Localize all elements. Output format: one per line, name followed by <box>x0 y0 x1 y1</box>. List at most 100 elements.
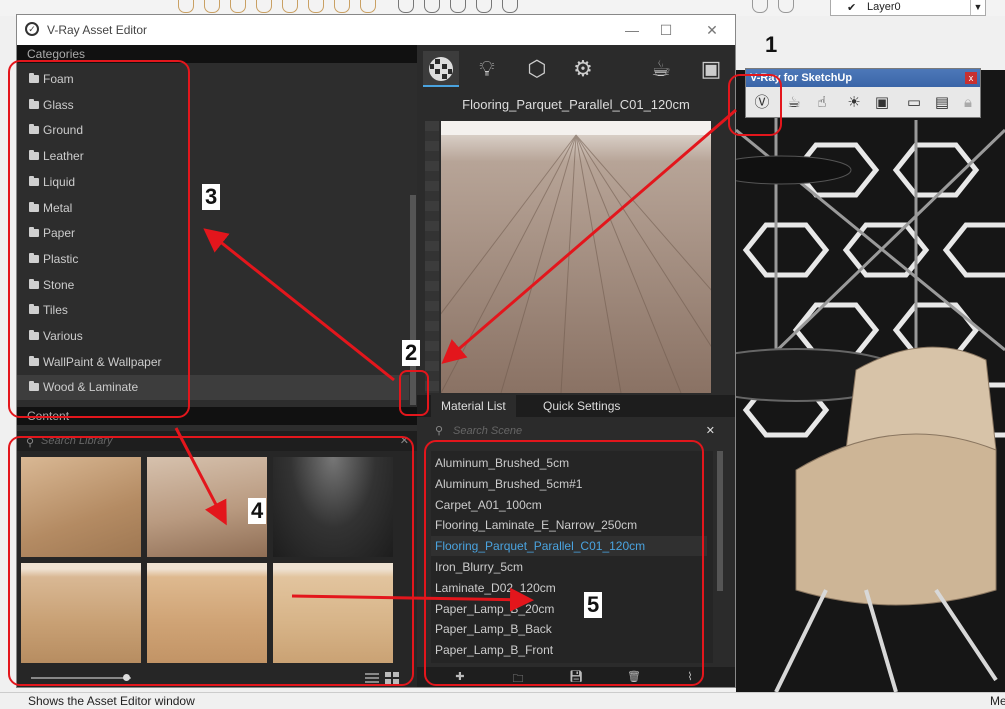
categories-header[interactable]: Categories <box>17 45 417 63</box>
material-list-item[interactable]: Carpet_A01_100cm <box>431 495 707 515</box>
material-list-item[interactable]: Laminate_D02_120cm <box>431 578 707 598</box>
thumbnail-zoom-slider[interactable] <box>31 674 131 681</box>
materials-icon[interactable] <box>423 51 459 87</box>
search-library-field[interactable]: ⚲ Search Library ✕ <box>17 431 417 451</box>
lights-icon[interactable]: 💡︎ <box>469 51 505 87</box>
add-material-icon[interactable]: ✚ <box>453 670 467 683</box>
vray-logo-icon: ✓ <box>25 22 39 36</box>
tool-icon[interactable] <box>476 0 492 13</box>
frame-buffer-icon[interactable]: ▣ <box>693 51 729 87</box>
category-item[interactable]: Plastic <box>17 247 409 272</box>
material-list: Aluminum_Brushed_5cm Aluminum_Brushed_5cm… <box>431 451 713 663</box>
tool-icon[interactable] <box>204 0 220 13</box>
tab-material-list[interactable]: Material List <box>431 395 516 417</box>
tool-icon[interactable] <box>230 0 246 13</box>
window-title: V-Ray Asset Editor <box>47 23 148 37</box>
material-list-item[interactable]: Flooring_Laminate_E_Narrow_250cm <box>431 515 707 535</box>
tool-icon[interactable] <box>502 0 518 13</box>
minimize-button[interactable]: — <box>617 19 647 41</box>
folder-icon <box>29 278 39 289</box>
annotation-label-1: 1 <box>765 32 778 57</box>
clear-icon[interactable]: ✕ <box>400 431 409 451</box>
tool-icon[interactable] <box>752 0 768 13</box>
category-item[interactable]: Tiles <box>17 298 409 323</box>
purge-icon[interactable]: ⌇ <box>683 670 697 683</box>
folder-icon <box>29 304 39 315</box>
render-icon[interactable]: ☕ <box>643 51 679 87</box>
material-thumbnail[interactable] <box>21 457 141 557</box>
category-label: Foam <box>43 72 74 86</box>
grid-view-icon[interactable] <box>385 672 399 684</box>
close-button[interactable]: ✕ <box>697 19 727 41</box>
tab-quick-settings[interactable]: Quick Settings <box>533 395 630 417</box>
layer-select-value: Layer0 <box>867 1 901 13</box>
annotation-label-5: 5 <box>584 592 603 618</box>
frame-buffer-icon[interactable]: ▣ <box>870 92 894 114</box>
maximize-button[interactable]: ☐ <box>651 19 681 41</box>
lock-icon[interactable]: 🔒︎ <box>956 92 980 114</box>
preview-material-name: Flooring_Parquet_Parallel_C01_120cm <box>462 97 690 112</box>
category-item[interactable]: Ground <box>17 118 409 143</box>
tool-icon[interactable] <box>450 0 466 13</box>
denoise-icon[interactable]: ☀ <box>842 92 866 114</box>
category-scrollbar[interactable] <box>410 195 416 405</box>
tool-icon[interactable] <box>178 0 194 13</box>
chevron-down-icon[interactable]: ▼ <box>970 0 985 15</box>
list-view-icon[interactable] <box>365 672 379 684</box>
tool-icon[interactable] <box>308 0 324 13</box>
category-item[interactable]: Glass <box>17 93 409 118</box>
tool-icon[interactable] <box>360 0 376 13</box>
material-list-item[interactable]: Aluminum_Brushed_5cm#1 <box>431 474 707 494</box>
save-icon[interactable]: 💾︎ <box>569 670 583 683</box>
geometry-icon[interactable]: ⬡ <box>519 51 555 87</box>
asset-type-tabs: 💡︎ ⬡ ⚙ ☕ ▣ <box>417 45 735 93</box>
category-label: Stone <box>43 277 75 292</box>
search-scene-field[interactable]: ⚲ Search Scene ✕ <box>417 421 735 441</box>
material-thumbnail[interactable] <box>147 563 267 663</box>
sketchup-viewport[interactable] <box>736 70 1005 692</box>
category-item[interactable]: Wood & Laminate <box>17 375 409 401</box>
tool-icon[interactable] <box>334 0 350 13</box>
tool-icon[interactable] <box>424 0 440 13</box>
material-list-item[interactable]: Paper_Lamp_B_Front <box>431 640 707 660</box>
tool-icon[interactable] <box>778 0 794 13</box>
material-thumbnail[interactable] <box>273 563 393 663</box>
tool-icon[interactable] <box>282 0 298 13</box>
folder-icon <box>29 381 39 392</box>
material-list-item[interactable]: Aluminum_Brushed_5cm <box>431 453 707 473</box>
vray-logo-icon[interactable]: Ⓥ <box>750 92 774 114</box>
toolbar-title[interactable]: V-Ray for SketchUp <box>746 69 980 87</box>
category-item[interactable]: WallPaint & Wallpaper <box>17 350 409 375</box>
material-list-item[interactable]: Plastic_Metallic_B... <box>431 661 707 663</box>
viewport-render-icon[interactable]: ▭ <box>902 92 926 114</box>
delete-icon[interactable]: 🗑︎ <box>627 670 641 683</box>
close-icon[interactable]: x <box>965 72 977 84</box>
category-item[interactable]: Paper <box>17 221 409 246</box>
slider-handle[interactable] <box>123 674 130 681</box>
category-item[interactable]: Leather <box>17 144 409 169</box>
material-thumbnail[interactable] <box>21 563 141 663</box>
tool-icon[interactable] <box>256 0 272 13</box>
title-bar[interactable]: ✓ V-Ray Asset Editor — ☐ ✕ <box>17 15 735 45</box>
content-header[interactable]: Content <box>17 407 417 425</box>
material-list-item[interactable]: Paper_Lamp_B_20cm <box>431 599 707 619</box>
region-render-icon[interactable]: ▤ <box>930 92 954 114</box>
category-label: Paper <box>43 226 76 241</box>
category-item[interactable]: Stone <box>17 273 409 298</box>
material-preview[interactable] <box>441 121 711 393</box>
category-item[interactable]: Various <box>17 324 409 349</box>
material-list-item[interactable]: Paper_Lamp_B_Back <box>431 619 707 639</box>
status-bar: Shows the Asset Editor window Me <box>0 692 1005 709</box>
tool-icon[interactable] <box>398 0 414 13</box>
layer-select[interactable]: ✔ Layer0 ▼ <box>830 0 986 16</box>
open-file-icon[interactable]: 🗀︎ <box>511 670 525 685</box>
teapot-render-icon[interactable]: ☕ <box>782 92 806 114</box>
material-list-scrollbar[interactable] <box>717 451 723 591</box>
settings-icon[interactable]: ⚙ <box>565 51 601 87</box>
clear-icon[interactable]: ✕ <box>706 421 715 441</box>
material-thumbnail[interactable] <box>273 457 393 557</box>
material-list-item[interactable]: Flooring_Parquet_Parallel_C01_120cm <box>431 536 707 557</box>
category-item[interactable]: Foam <box>17 67 409 92</box>
interactive-render-icon[interactable]: ☝ <box>810 92 834 114</box>
material-list-item[interactable]: Iron_Blurry_5cm <box>431 557 707 577</box>
